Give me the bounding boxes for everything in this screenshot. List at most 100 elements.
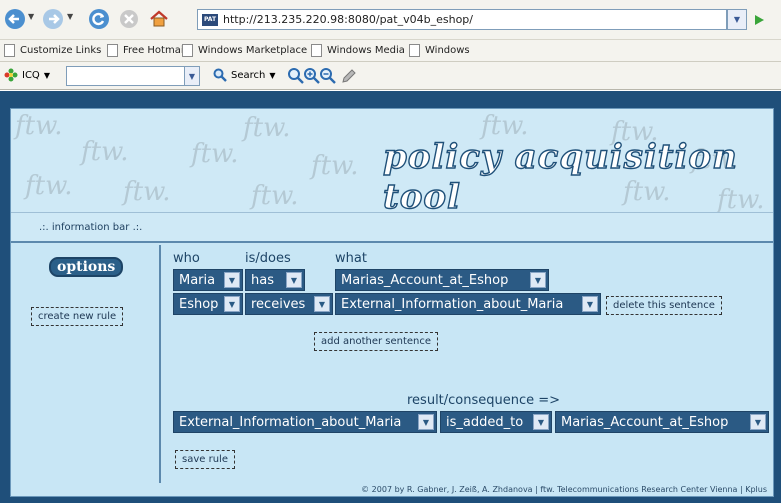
watermark: ftw. xyxy=(243,113,291,143)
icq-toolbar: ICQ ▼ ▼ Search ▼ xyxy=(0,62,781,90)
add-sentence-button[interactable]: add another sentence xyxy=(314,332,439,351)
icq-dropdown-button[interactable]: ▼ xyxy=(184,66,200,86)
flower-icon xyxy=(4,68,18,82)
address-url[interactable]: http://213.235.220.98:8080/pat_v04b_esho… xyxy=(223,13,473,26)
page-icon xyxy=(409,44,420,57)
page-icon xyxy=(182,44,193,57)
select-value: is_added_to xyxy=(446,414,524,430)
favicon: PAT xyxy=(202,13,218,26)
select-value: Maria xyxy=(179,272,216,288)
watermark: ftw. xyxy=(25,171,73,201)
verb-select[interactable]: has ▼ xyxy=(245,269,305,291)
rule-editor: who is/does what Maria ▼ has ▼ Marias_Ac… xyxy=(163,245,773,483)
home-button[interactable] xyxy=(148,8,170,30)
back-button[interactable] xyxy=(4,8,26,30)
watermark: ftw. xyxy=(251,181,299,211)
chevron-down-icon: ▼ xyxy=(188,71,196,81)
watermark: ftw. xyxy=(191,139,239,169)
chevron-down-icon: ▼ xyxy=(224,272,240,288)
chevron-down-icon: ▼ xyxy=(314,296,330,312)
chevron-down-icon: ▼ xyxy=(733,15,741,24)
forward-dropdown-icon[interactable]: ▼ xyxy=(67,12,73,21)
go-arrow-icon xyxy=(755,14,764,25)
select-value: Marias_Account_at_Eshop xyxy=(341,272,509,288)
save-rule-button[interactable]: save rule xyxy=(175,450,235,469)
zoom-out-button[interactable] xyxy=(319,67,337,85)
highlight-button[interactable] xyxy=(340,67,358,85)
arrow-left-icon xyxy=(5,9,25,29)
magnifier-icon xyxy=(213,68,227,82)
chevron-down-icon: ▼ xyxy=(43,70,50,80)
column-label-what: what xyxy=(335,251,367,266)
select-value: receives xyxy=(251,296,306,312)
create-new-rule-button[interactable]: create new rule xyxy=(31,307,124,326)
result-verb-select[interactable]: is_added_to ▼ xyxy=(440,411,552,433)
search-button[interactable]: Search ▼ xyxy=(213,68,276,82)
icq-button[interactable]: ICQ ▼ xyxy=(4,68,50,82)
link-windows-marketplace[interactable]: Windows Marketplace xyxy=(182,44,307,57)
what-select[interactable]: External_Information_about_Maria ▼ xyxy=(335,293,601,315)
link-customize-links[interactable]: Customize Links xyxy=(4,44,101,57)
page-icon xyxy=(107,44,118,57)
chevron-down-icon: ▼ xyxy=(530,272,546,288)
link-label: Windows Media xyxy=(327,45,405,56)
link-label: Windows Marketplace xyxy=(198,45,308,56)
select-value: External_Information_about_Maria xyxy=(341,296,564,312)
select-value: External_Information_about_Maria xyxy=(179,414,402,430)
page-icon xyxy=(4,44,15,57)
watermark: ftw. xyxy=(15,111,63,141)
watermark: ftw. xyxy=(123,177,171,207)
watermark: ftw. xyxy=(311,151,359,181)
who-select[interactable]: Eshop ▼ xyxy=(173,293,243,315)
app-title: policy acquisition tool xyxy=(382,136,738,213)
stop-icon xyxy=(120,10,138,28)
column-label-who: who xyxy=(173,251,200,266)
icq-search-input[interactable] xyxy=(66,66,198,86)
chevron-down-icon: ▼ xyxy=(582,296,598,312)
app-frame: ftw. ftw. ftw. ftw. ftw. ftw. ftw. ftw. … xyxy=(10,108,774,497)
address-dropdown-button[interactable]: ▼ xyxy=(727,9,747,30)
chevron-down-icon: ▼ xyxy=(224,296,240,312)
arrow-right-icon xyxy=(43,9,63,29)
pencil-icon xyxy=(342,69,356,83)
options-title: options xyxy=(49,257,124,277)
home-icon xyxy=(150,10,168,27)
navigation-toolbar: ▼ ▼ PAT http://213.235.220.98:8080/pat_v… xyxy=(0,0,781,40)
refresh-icon xyxy=(89,9,109,29)
column-label-isdoes: is/does xyxy=(245,251,291,266)
link-free-hotmail[interactable]: Free Hotmail xyxy=(107,44,186,57)
link-windows[interactable]: Windows xyxy=(409,44,470,57)
what-select[interactable]: Marias_Account_at_Eshop ▼ xyxy=(335,269,549,291)
options-sidebar: options create new rule xyxy=(11,245,161,483)
links-toolbar: Customize Links Free Hotmail Windows Mar… xyxy=(0,40,781,62)
verb-select[interactable]: receives ▼ xyxy=(245,293,333,315)
app-banner: ftw. ftw. ftw. ftw. ftw. ftw. ftw. ftw. … xyxy=(11,109,773,213)
chevron-down-icon: ▼ xyxy=(533,414,549,430)
result-object-select[interactable]: Marias_Account_at_Eshop ▼ xyxy=(555,411,769,433)
delete-sentence-button[interactable]: delete this sentence xyxy=(606,296,722,315)
select-value: Eshop xyxy=(179,296,219,312)
refresh-button[interactable] xyxy=(88,8,110,30)
result-label: result/consequence => xyxy=(407,393,561,408)
result-subject-select[interactable]: External_Information_about_Maria ▼ xyxy=(173,411,437,433)
link-label: Free Hotmail xyxy=(123,45,187,56)
icq-label: ICQ xyxy=(22,69,40,81)
chevron-down-icon: ▼ xyxy=(750,414,766,430)
chevron-down-icon: ▼ xyxy=(418,414,434,430)
footer-copyright: © 2007 by R. Gabner, J. Zeiß, A. Zhdanov… xyxy=(11,484,773,496)
chevron-down-icon: ▼ xyxy=(286,272,302,288)
watermark: ftw. xyxy=(81,137,129,167)
who-select[interactable]: Maria ▼ xyxy=(173,269,243,291)
link-label: Windows xyxy=(425,45,470,56)
select-value: has xyxy=(251,272,274,288)
search-label: Search xyxy=(231,69,266,81)
zoom-out-icon xyxy=(320,68,336,84)
stop-button[interactable] xyxy=(118,8,140,30)
address-bar[interactable]: PAT http://213.235.220.98:8080/pat_v04b_… xyxy=(197,9,727,30)
link-label: Customize Links xyxy=(20,45,102,56)
select-value: Marias_Account_at_Eshop xyxy=(561,414,729,430)
back-dropdown-icon[interactable]: ▼ xyxy=(28,12,34,21)
go-button[interactable] xyxy=(750,9,768,30)
forward-button[interactable] xyxy=(42,8,64,30)
link-windows-media[interactable]: Windows Media xyxy=(311,44,405,57)
